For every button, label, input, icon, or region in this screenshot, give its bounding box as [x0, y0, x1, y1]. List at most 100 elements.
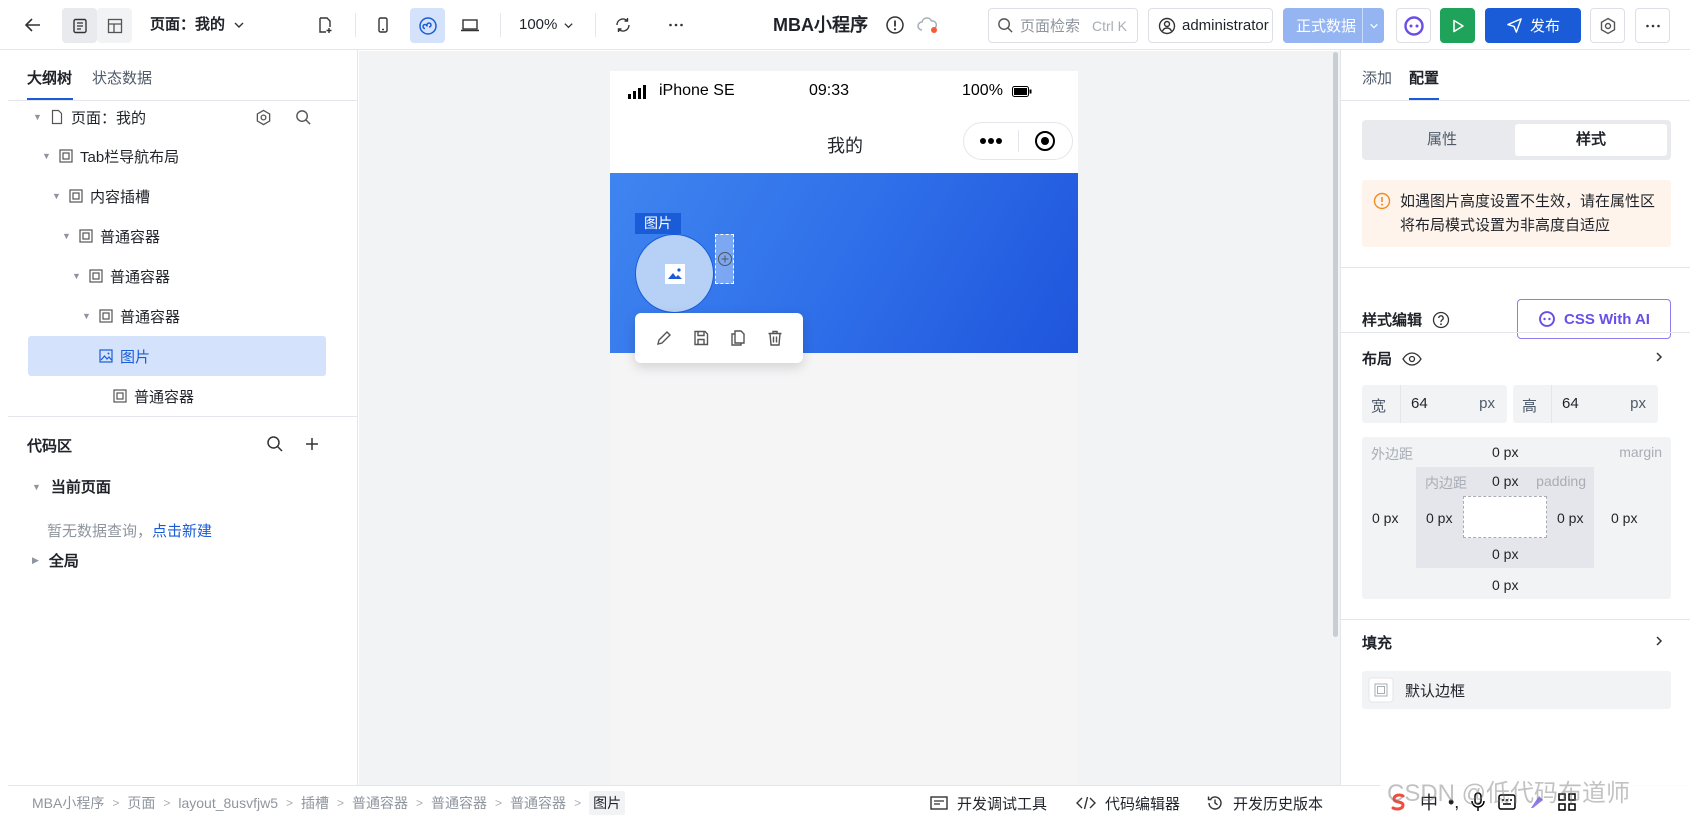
width-field[interactable]: 宽 64 px — [1362, 385, 1507, 423]
app-title: MBA小程序 — [773, 15, 868, 35]
phone-status-bar: iPhone SE 09:33 100% — [610, 71, 1078, 113]
back-arrow-icon[interactable] — [20, 12, 46, 38]
signal-icon — [628, 85, 646, 99]
layout-view-icon[interactable] — [97, 8, 132, 43]
tree-node-page[interactable]: ▼ 页面：我的 — [8, 97, 358, 137]
tree-node-label: 普通容器 — [100, 228, 161, 246]
copy-icon[interactable] — [729, 329, 747, 347]
avatar-image[interactable] — [635, 234, 714, 313]
search-shortcut: Ctrl K — [1092, 17, 1128, 34]
fill-header[interactable]: 填充 — [1362, 632, 1392, 653]
tab-config[interactable]: 配置 — [1409, 67, 1439, 88]
info-icon[interactable] — [883, 13, 907, 37]
layout-header[interactable]: 布局 — [1362, 348, 1422, 369]
run-button[interactable] — [1440, 8, 1475, 43]
save-icon[interactable] — [692, 329, 710, 347]
warning-alert: 如遇图片高度设置不生效，请在属性区将布局模式设置为非高度自适应 — [1362, 180, 1671, 247]
edit-icon[interactable] — [655, 329, 673, 347]
env-select[interactable]: 正式数据 — [1283, 8, 1384, 43]
outline-view-icon[interactable] — [62, 8, 97, 43]
history-button[interactable]: 开发历史版本 — [1206, 786, 1323, 819]
width-input[interactable]: 64 — [1400, 385, 1470, 423]
breadcrumb-item[interactable]: layout_8usvfjw5 — [178, 795, 278, 811]
image-placeholder-icon — [664, 263, 685, 284]
tab-outline-tree[interactable]: 大纲树 — [27, 67, 72, 88]
tab-add[interactable]: 添加 — [1362, 67, 1392, 88]
refresh-icon[interactable] — [610, 12, 636, 38]
tree-node-container[interactable]: ▼ 普通容器 — [8, 256, 358, 296]
height-input[interactable]: 64 — [1551, 385, 1621, 423]
padding-left-input[interactable]: 0 px — [1426, 510, 1452, 526]
tree-node-image[interactable]: 图片 — [28, 336, 326, 376]
history-icon — [1207, 796, 1222, 810]
canvas-scrollbar[interactable] — [1333, 52, 1338, 637]
breadcrumb-item[interactable]: 普通容器 — [352, 793, 408, 813]
miniprogram-capsule[interactable] — [963, 122, 1073, 160]
user-menu[interactable]: administrator — [1148, 8, 1273, 43]
segment-style[interactable]: 样式 — [1515, 124, 1667, 156]
username: administrator — [1182, 17, 1269, 34]
zoom-select[interactable]: 100% — [519, 0, 574, 50]
tree-node-container[interactable]: ▼ 普通容器 — [8, 216, 358, 256]
margin-right-input[interactable]: 0 px — [1611, 510, 1637, 526]
margin-left-input[interactable]: 0 px — [1372, 510, 1398, 526]
breadcrumb-item[interactable]: 普通容器 — [431, 793, 487, 813]
gear-icon[interactable] — [255, 109, 272, 126]
page-search-input[interactable]: 页面检索 Ctrl K — [988, 8, 1138, 43]
padding-right-input[interactable]: 0 px — [1557, 510, 1583, 526]
fill-label: 填充 — [1362, 635, 1393, 652]
config-segment: 属性 样式 — [1362, 120, 1671, 160]
margin-top-input[interactable]: 0 px — [1492, 444, 1518, 460]
breadcrumb-current[interactable]: 图片 — [589, 791, 626, 815]
padding-top-input[interactable]: 0 px — [1492, 473, 1518, 489]
add-sibling-handle[interactable] — [715, 234, 734, 284]
css-with-ai-button[interactable]: CSS With AI — [1517, 299, 1671, 339]
ai-assistant-button[interactable] — [1396, 8, 1431, 43]
publish-button[interactable]: 发布 — [1485, 8, 1581, 43]
settings-button[interactable] — [1590, 8, 1625, 43]
breadcrumb-item[interactable]: 页面 — [127, 793, 155, 813]
search-icon[interactable] — [295, 109, 312, 126]
divider — [8, 416, 358, 417]
ai-icon — [1539, 311, 1555, 327]
eye-icon[interactable] — [1402, 351, 1422, 366]
create-query-link[interactable]: 点击新建 — [152, 523, 212, 540]
breadcrumb-item[interactable]: MBA小程序 — [32, 793, 104, 813]
delete-icon[interactable] — [766, 329, 784, 347]
tree-node-container[interactable]: ▼ 普通容器 — [8, 296, 358, 336]
padding-bottom-input[interactable]: 0 px — [1492, 546, 1518, 562]
chevron-right-icon[interactable] — [1653, 351, 1665, 363]
close-target-icon[interactable] — [1018, 130, 1072, 152]
segment-properties[interactable]: 属性 — [1366, 124, 1518, 156]
mobile-preview-icon[interactable] — [370, 12, 396, 38]
more-icon[interactable] — [663, 12, 689, 38]
desktop-preview-icon[interactable] — [457, 12, 483, 38]
code-editor-button[interactable]: 代码编辑器 — [1076, 786, 1180, 819]
height-field[interactable]: 高 64 px — [1513, 385, 1658, 423]
more-icon[interactable] — [964, 137, 1018, 145]
carrier-name: iPhone SE — [659, 82, 735, 99]
breadcrumb-item[interactable]: 普通容器 — [510, 793, 566, 813]
help-icon[interactable] — [1432, 311, 1450, 329]
breadcrumb-item[interactable]: 插槽 — [301, 793, 329, 813]
current-page-section[interactable]: ▼ 当前页面 — [32, 476, 111, 497]
page-select[interactable]: 页面：我的 — [150, 0, 245, 50]
tree-node-label: 内容插槽 — [90, 188, 151, 206]
tab-state-data[interactable]: 状态数据 — [92, 67, 152, 88]
margin-bottom-input[interactable]: 0 px — [1492, 577, 1518, 593]
more-menu-button[interactable] — [1635, 8, 1670, 43]
search-icon[interactable] — [266, 435, 284, 453]
padding-en-label: padding — [1536, 473, 1586, 489]
divider — [1341, 332, 1690, 333]
tree-node-content-slot[interactable]: ▼ 内容插槽 — [8, 176, 358, 216]
default-border-option[interactable]: 默认边框 — [1362, 671, 1671, 709]
plus-icon[interactable] — [304, 436, 320, 452]
add-page-icon[interactable] — [312, 12, 338, 38]
tree-node-container[interactable]: 普通容器 — [8, 376, 358, 416]
tree-node-tab-layout[interactable]: ▼ Tab栏导航布局 — [8, 136, 358, 176]
global-section[interactable]: ▶ 全局 — [32, 550, 79, 571]
miniprogram-preview-icon[interactable] — [410, 8, 445, 43]
dev-tools-button[interactable]: 开发调试工具 — [930, 786, 1047, 819]
content-box — [1463, 496, 1547, 538]
chevron-right-icon[interactable] — [1653, 635, 1665, 647]
